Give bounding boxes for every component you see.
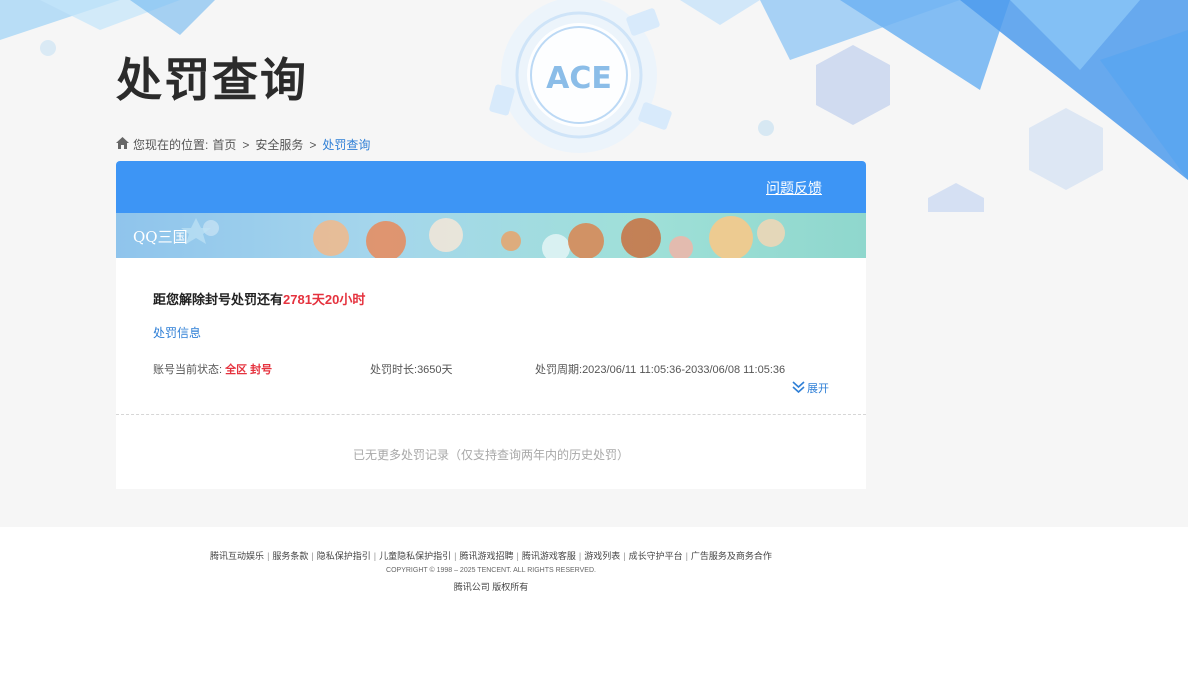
game-name: QQ三国 [133,228,188,246]
period-value: 2023/06/11 11:05:36-2033/06/08 11:05:36 [582,364,786,376]
status-label: 账号当前状态: [153,364,223,376]
page-title: 处罚查询 [116,53,308,107]
ace-logo: ACE [546,61,612,96]
company-notice: 腾讯公司 版权所有 [453,582,529,592]
footer: 腾讯互动娱乐 | 服务条款 | 隐私保护指引 | 儿童隐私保护指引 | 腾讯游戏招聘 | 腾讯游戏客… [0,527,1188,700]
footer-link[interactable]: 成长守护平台 [629,551,683,561]
breadcrumb-separator: > [309,137,317,152]
expand-label: 展开 [807,383,829,395]
footer-link[interactable]: 儿童隐私保护指引 [379,551,451,561]
period-label: 处罚周期: [535,364,583,376]
footer-link[interactable]: 广告服务及商务合作 [691,551,772,561]
countdown-value: 2781天20小时 [283,292,366,307]
footer-link[interactable]: 腾讯互动娱乐 [210,551,264,561]
breadcrumb-prefix: 您现在的位置: [133,138,209,152]
footer-link[interactable]: 隐私保护指引 [317,551,371,561]
game-banner: QQ三国 [116,213,866,258]
breadcrumb-home[interactable]: 首页 [212,136,236,153]
footer-link[interactable]: 服务条款 [272,551,308,561]
copyright: COPYRIGHT © 1998 – 2025 TENCENT. ALL RIG… [386,567,596,574]
duration-label: 处罚时长: [370,364,418,376]
footer-link[interactable]: 腾讯游戏客服 [522,551,576,561]
double-chevron-down-icon [792,380,805,396]
duration-value: 3650天 [417,364,453,376]
countdown-prefix: 距您解除封号处罚还有 [153,292,284,307]
feedback-link[interactable]: 问题反馈 [766,178,822,198]
breadcrumb-current: 处罚查询 [322,138,371,152]
unban-countdown: 距您解除封号处罚还有2781天20小时 [153,289,365,308]
footer-links: 腾讯互动娱乐 | 服务条款 | 隐私保护指引 | 儿童隐私保护指引 | 腾讯游戏招聘 | 腾讯游戏客… [210,551,772,561]
punishment-info-link[interactable]: 处罚信息 [153,324,201,341]
status-value: 全区 封号 [225,364,273,376]
panel-header: 问题反馈 [116,161,866,213]
breadcrumb-security[interactable]: 安全服务 [255,136,303,153]
home-icon [116,137,129,152]
breadcrumb: 您现在的位置: 首页 > 安全服务 > 处罚查询 [116,136,370,153]
punishment-panel: 问题反馈 QQ三国 距您解除封号处罚还有2781天20小时 处罚信息 账号当前状… [116,161,866,489]
footer-link[interactable]: 腾讯游戏招聘 [459,551,513,561]
breadcrumb-separator: > [242,137,250,152]
expand-button[interactable]: 展开 [792,380,829,396]
no-more-records-text: 已无更多处罚记录（仅支持查询两年内的历史处罚） [352,448,629,462]
account-status: 账号当前状态: 全区 封号 [153,361,272,377]
divider [116,414,866,415]
punishment-period: 处罚周期:2023/06/11 11:05:36-2033/06/08 11:0… [535,361,785,377]
game-characters-art [181,216,785,258]
punishment-duration: 处罚时长:3650天 [370,361,453,377]
footer-link[interactable]: 游戏列表 [584,551,620,561]
